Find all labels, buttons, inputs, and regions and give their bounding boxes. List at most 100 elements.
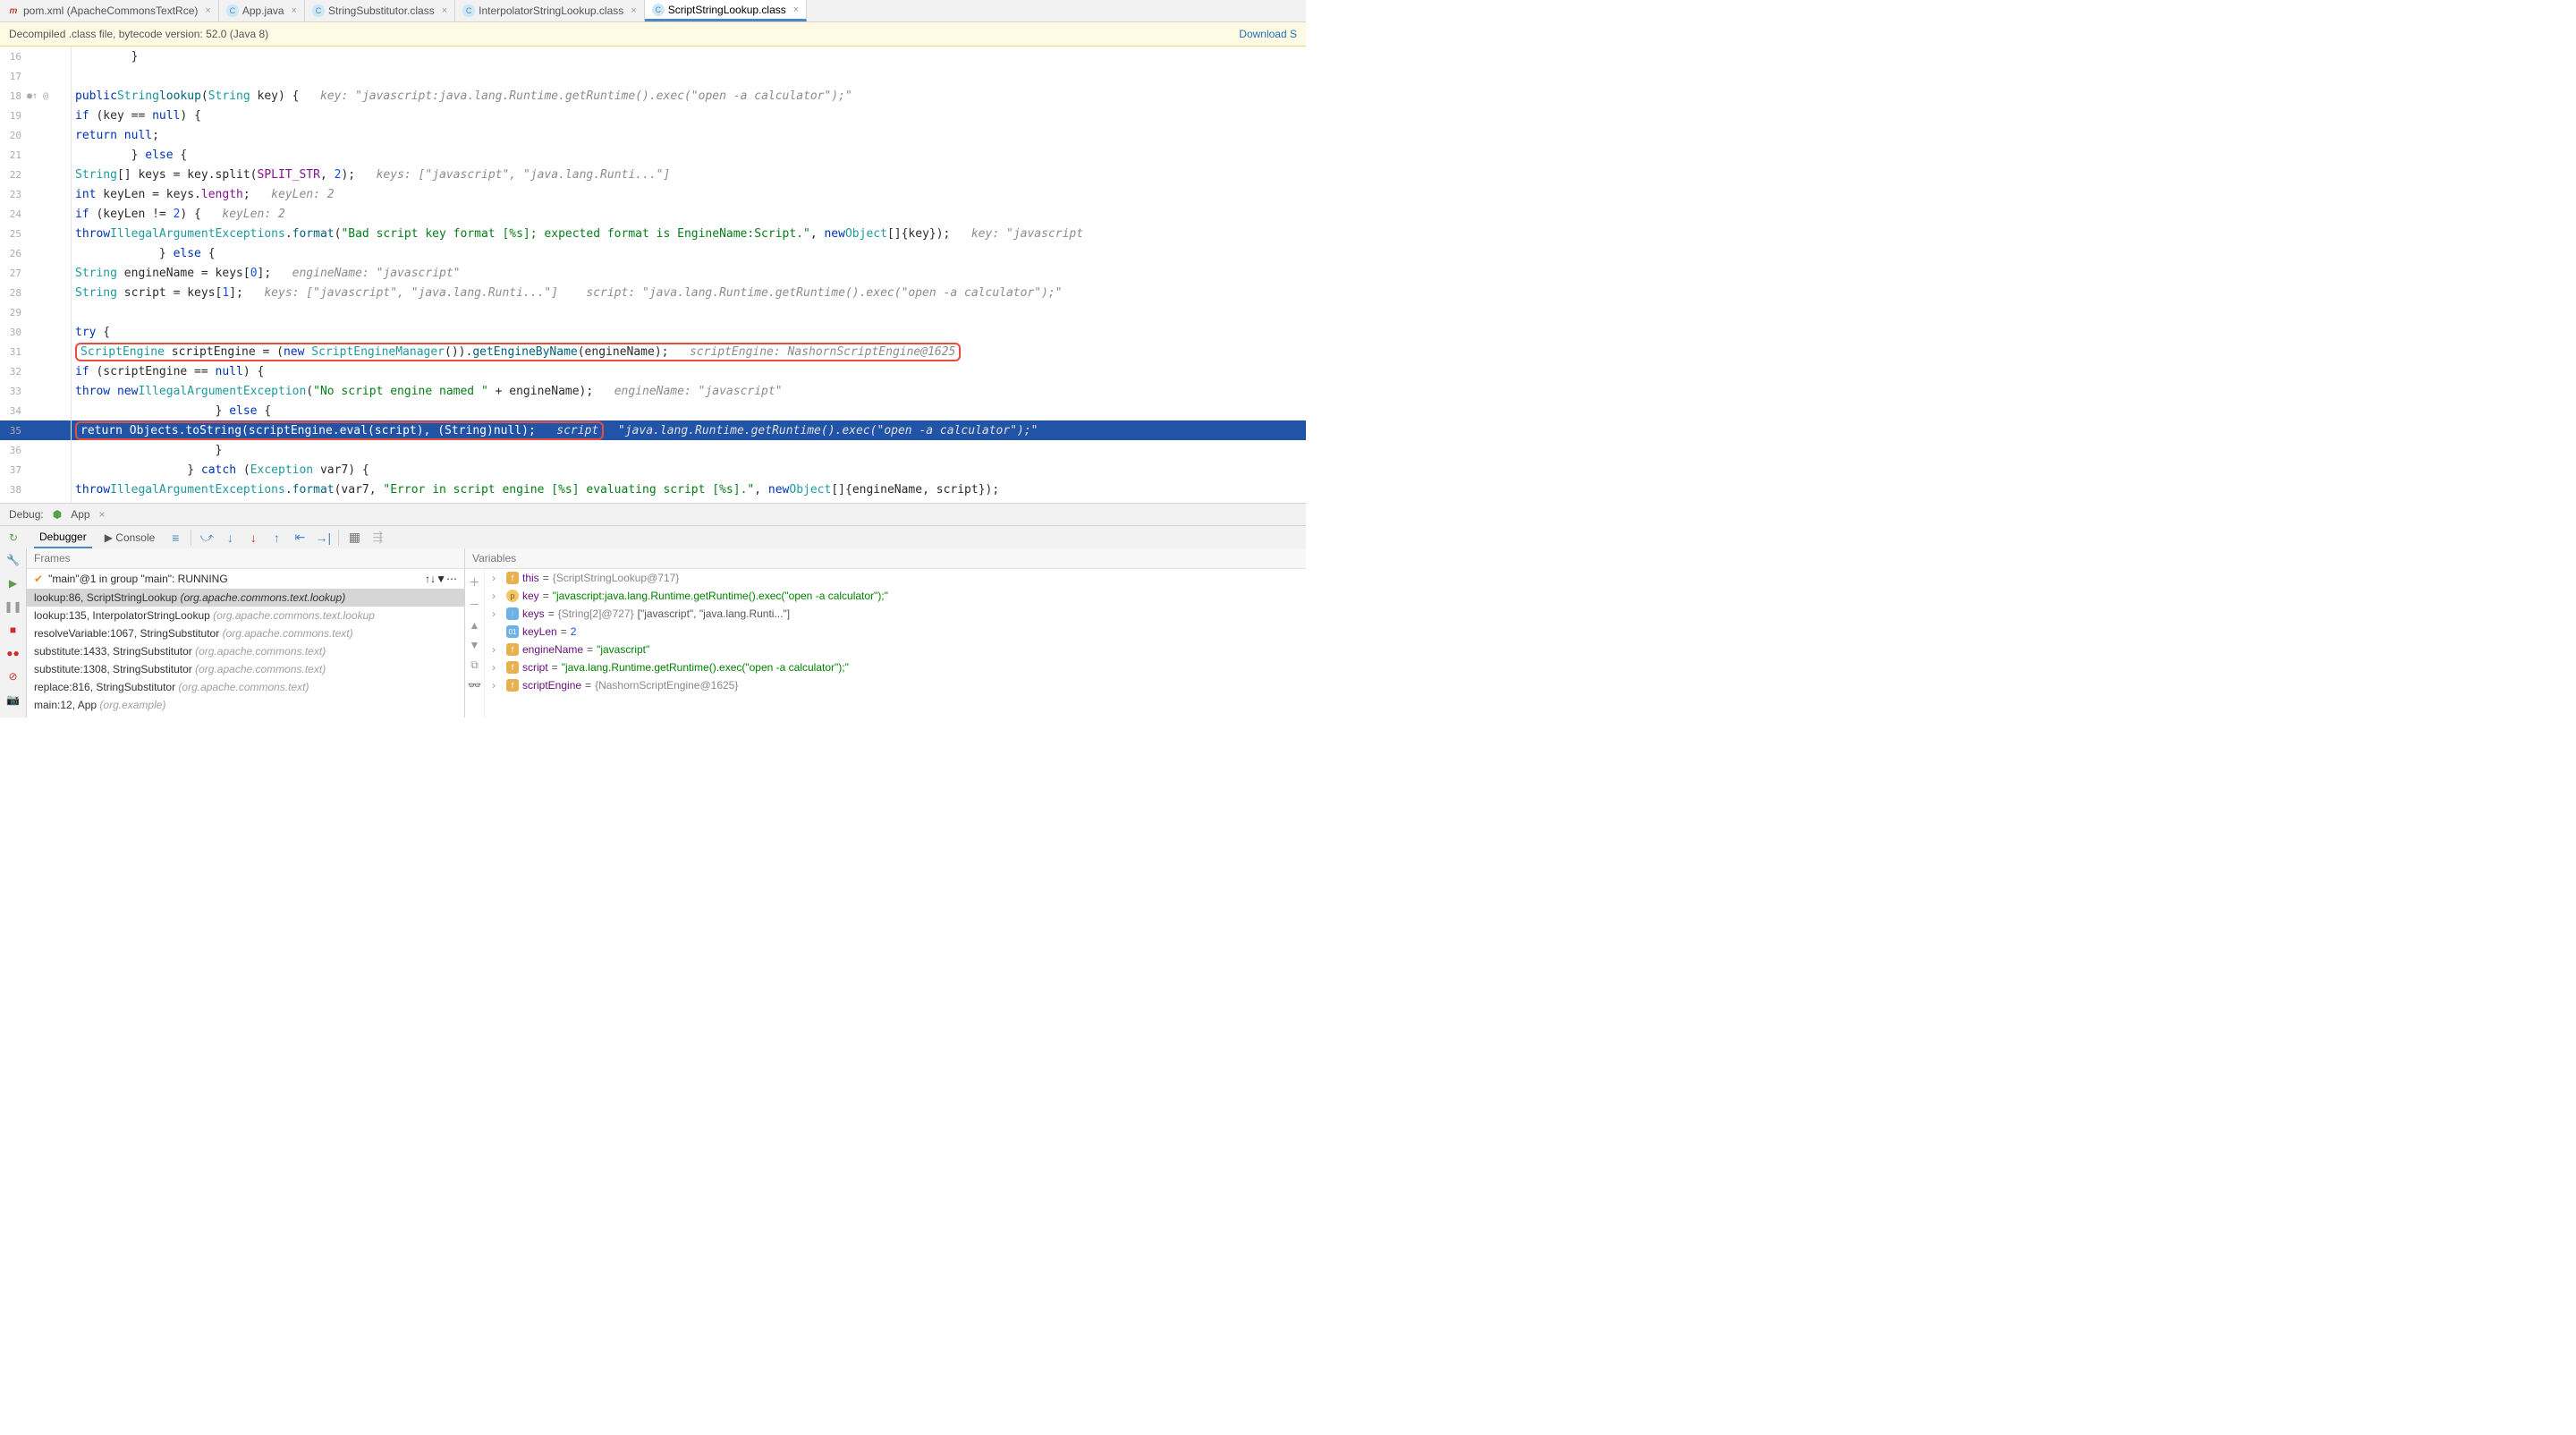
gutter-row[interactable]: 34 bbox=[0, 401, 71, 420]
code-line[interactable]: ScriptEngine scriptEngine = (new ScriptE… bbox=[72, 342, 1306, 361]
close-icon[interactable]: × bbox=[442, 5, 447, 16]
run-to-cursor-icon[interactable]: →| bbox=[315, 530, 331, 546]
step-out-icon[interactable]: ↑ bbox=[268, 530, 284, 546]
more-icon[interactable]: ⋯ bbox=[446, 573, 457, 585]
code-line[interactable]: public String lookup(String key) { key: … bbox=[72, 86, 1306, 106]
close-icon[interactable]: × bbox=[292, 5, 297, 16]
tab-console[interactable]: ▶ Console bbox=[99, 528, 161, 548]
gutter-row[interactable]: 29 bbox=[0, 302, 71, 322]
filter-icon[interactable]: ▼ bbox=[436, 573, 446, 585]
evaluate-icon[interactable]: ▦ bbox=[346, 530, 362, 546]
code-line[interactable]: int keyLen = keys.length; keyLen: 2 bbox=[72, 184, 1306, 204]
stack-frame[interactable]: replace:816, StringSubstitutor (org.apac… bbox=[27, 678, 464, 696]
gutter-row[interactable]: 16 bbox=[0, 47, 71, 66]
close-icon[interactable]: × bbox=[793, 4, 799, 15]
variable-row[interactable]: ›fengineName = "javascript" bbox=[485, 641, 1306, 658]
code-line[interactable]: throw IllegalArgumentExceptions.format("… bbox=[72, 224, 1306, 243]
code-line[interactable]: throw new IllegalArgumentException("No s… bbox=[72, 381, 1306, 401]
code-line[interactable]: String engineName = keys[0]; engineName:… bbox=[72, 263, 1306, 283]
gutter-row[interactable]: 18●↑ @ bbox=[0, 86, 71, 106]
gutter-row[interactable]: 27 bbox=[0, 263, 71, 283]
gutter-row[interactable]: 26 bbox=[0, 243, 71, 263]
variable-row[interactable]: ›fscriptEngine = {NashornScriptEngine@16… bbox=[485, 676, 1306, 694]
code-line[interactable]: String script = keys[1]; keys: ["javascr… bbox=[72, 283, 1306, 302]
code-line[interactable]: return null; bbox=[72, 125, 1306, 145]
view-breakpoints-icon[interactable]: ●● bbox=[5, 645, 21, 661]
close-icon[interactable]: × bbox=[99, 508, 106, 521]
gutter-row[interactable]: 35 bbox=[0, 420, 71, 440]
new-watch-icon[interactable]: ＋ bbox=[469, 574, 479, 590]
variable-row[interactable]: ›fthis = {ScriptStringLookup@717} bbox=[485, 569, 1306, 587]
gutter-row[interactable]: 22 bbox=[0, 165, 71, 184]
code-line[interactable]: } else { bbox=[72, 401, 1306, 420]
gutter-row[interactable]: 17 bbox=[0, 66, 71, 86]
settings-icon[interactable]: 🔧 bbox=[5, 552, 21, 568]
rerun-icon[interactable]: ↻ bbox=[5, 530, 21, 546]
copy-icon[interactable]: ⧉ bbox=[470, 658, 479, 672]
gutter-row[interactable]: 28 bbox=[0, 283, 71, 302]
threads-icon[interactable]: ≡ bbox=[167, 530, 183, 546]
code-line[interactable]: String[] keys = key.split(SPLIT_STR, 2);… bbox=[72, 165, 1306, 184]
stack-frame[interactable]: lookup:86, ScriptStringLookup (org.apach… bbox=[27, 589, 464, 607]
gutter-row[interactable]: 31 bbox=[0, 342, 71, 361]
code-line[interactable] bbox=[72, 302, 1306, 322]
stack-frame[interactable]: substitute:1308, StringSubstitutor (org.… bbox=[27, 660, 464, 678]
thread-selector[interactable]: ✔"main"@1 in group "main": RUNNING↑↓▼⋯ bbox=[27, 569, 464, 589]
code-line[interactable]: } catch (Exception var7) { bbox=[72, 460, 1306, 480]
close-icon[interactable]: × bbox=[205, 5, 210, 16]
variable-row[interactable]: 01keyLen = 2 bbox=[485, 623, 1306, 641]
debug-app-name[interactable]: App bbox=[71, 508, 89, 521]
gutter-row[interactable]: 23 bbox=[0, 184, 71, 204]
code-line[interactable]: return Objects.toString(scriptEngine.eva… bbox=[72, 420, 1306, 440]
stack-frame[interactable]: main:12, App (org.example) bbox=[27, 696, 464, 714]
close-icon[interactable]: × bbox=[631, 5, 636, 16]
step-over-icon[interactable]: ⤻ bbox=[199, 530, 215, 546]
variable-row[interactable]: ›pkey = "javascript:java.lang.Runtime.ge… bbox=[485, 587, 1306, 605]
code-line[interactable]: } else { bbox=[72, 243, 1306, 263]
editor-tab[interactable]: CStringSubstitutor.class× bbox=[305, 0, 455, 21]
tab-debugger[interactable]: Debugger bbox=[34, 527, 92, 548]
code-line[interactable] bbox=[72, 66, 1306, 86]
glasses-icon[interactable]: 👓 bbox=[468, 679, 481, 692]
gutter-row[interactable]: 33 bbox=[0, 381, 71, 401]
editor-tab[interactable]: CApp.java× bbox=[219, 0, 305, 21]
gutter-row[interactable]: 38 bbox=[0, 480, 71, 499]
code-line[interactable]: } bbox=[72, 47, 1306, 66]
stack-frame[interactable]: resolveVariable:1067, StringSubstitutor … bbox=[27, 624, 464, 642]
gutter-row[interactable]: 21 bbox=[0, 145, 71, 165]
editor-tab[interactable]: mpom.xml (ApacheCommonsTextRce)× bbox=[0, 0, 219, 21]
gutter-row[interactable]: 37 bbox=[0, 460, 71, 480]
variable-row[interactable]: ›⫶keys = {String[2]@727} ["javascript", … bbox=[485, 605, 1306, 623]
step-into-icon[interactable]: ↓ bbox=[222, 530, 238, 546]
code-line[interactable]: throw IllegalArgumentExceptions.format(v… bbox=[72, 480, 1306, 499]
code-line[interactable]: } bbox=[72, 440, 1306, 460]
stop-icon[interactable]: ■ bbox=[5, 622, 21, 638]
code-line[interactable]: if (scriptEngine == null) { bbox=[72, 361, 1306, 381]
force-step-into-icon[interactable]: ↓ bbox=[245, 530, 261, 546]
gutter-row[interactable]: 30 bbox=[0, 322, 71, 342]
remove-watch-icon[interactable]: － bbox=[469, 597, 479, 612]
code-line[interactable]: } else { bbox=[72, 145, 1306, 165]
gutter-row[interactable]: 19 bbox=[0, 106, 71, 125]
camera-icon[interactable]: 📷 bbox=[5, 692, 21, 708]
code-editor[interactable]: 161718●↑ @192021222324252627282930313233… bbox=[0, 47, 1306, 503]
drop-frame-icon[interactable]: ⇤ bbox=[292, 530, 308, 546]
resume-icon[interactable]: ▶ bbox=[5, 575, 21, 591]
code-line[interactable]: if (keyLen != 2) { keyLen: 2 bbox=[72, 204, 1306, 224]
mute-breakpoints-icon[interactable]: ⊘ bbox=[5, 668, 21, 684]
editor-tab[interactable]: CScriptStringLookup.class× bbox=[645, 0, 808, 21]
gutter-row[interactable]: 36 bbox=[0, 440, 71, 460]
code-line[interactable]: if (key == null) { bbox=[72, 106, 1306, 125]
gutter-row[interactable]: 25 bbox=[0, 224, 71, 243]
up-icon[interactable]: ▲ bbox=[470, 619, 480, 632]
gutter-row[interactable]: 32 bbox=[0, 361, 71, 381]
stack-frame[interactable]: lookup:135, InterpolatorStringLookup (or… bbox=[27, 607, 464, 624]
code-area[interactable]: } public String lookup(String key) { key… bbox=[72, 47, 1306, 503]
pause-icon[interactable]: ❚❚ bbox=[5, 599, 21, 615]
code-line[interactable]: try { bbox=[72, 322, 1306, 342]
down-icon[interactable]: ▼ bbox=[470, 639, 480, 651]
variable-row[interactable]: ›fscript = "java.lang.Runtime.getRuntime… bbox=[485, 658, 1306, 676]
download-sources-link[interactable]: Download S bbox=[1239, 28, 1297, 40]
editor-tab[interactable]: CInterpolatorStringLookup.class× bbox=[455, 0, 645, 21]
stack-frame[interactable]: substitute:1433, StringSubstitutor (org.… bbox=[27, 642, 464, 660]
